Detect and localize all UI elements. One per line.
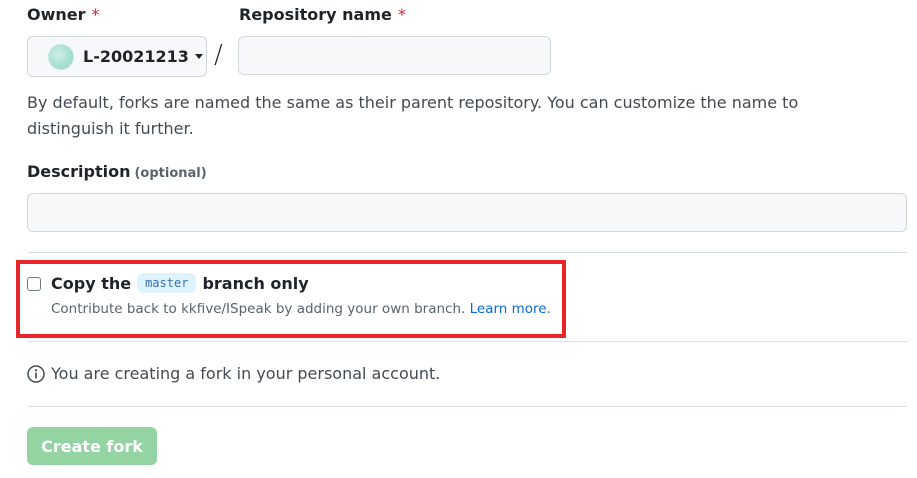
repository-name-input[interactable]: [238, 36, 551, 75]
personal-account-notice: You are creating a fork in your personal…: [27, 364, 440, 383]
highlight-box: [16, 260, 566, 338]
avatar: [48, 43, 74, 70]
divider: [27, 252, 907, 253]
description-label: Description (optional): [27, 162, 207, 181]
owner-repo-separator: /: [214, 40, 223, 70]
description-label-text: Description: [27, 162, 131, 181]
personal-account-notice-text: You are creating a fork in your personal…: [51, 364, 441, 383]
learn-more-link[interactable]: Learn more: [470, 301, 547, 317]
description-optional-label: (optional): [134, 166, 207, 181]
create-fork-button[interactable]: Create fork: [27, 427, 157, 465]
owner-select-button[interactable]: L-20021213: [27, 36, 207, 77]
divider: [27, 406, 907, 407]
fork-form: Owner * Repository name * L-20021213 / By …: [0, 0, 917, 478]
copy-branch-suffix: branch only: [202, 273, 309, 293]
owner-required-mark: *: [91, 5, 100, 24]
copy-branch-label[interactable]: Copy the master branch only: [51, 273, 309, 293]
repository-name-label-text: Repository name: [239, 5, 392, 24]
description-input[interactable]: [27, 193, 907, 232]
copy-branch-checkbox[interactable]: [27, 277, 41, 291]
branch-name-badge: master: [137, 273, 197, 293]
fork-name-help-text: By default, forks are named the same as …: [27, 93, 799, 138]
divider: [27, 341, 907, 342]
owner-label: Owner *: [27, 5, 100, 24]
repository-name-label: Repository name *: [239, 5, 406, 24]
owner-name: L-20021213: [83, 47, 189, 66]
info-icon: [27, 364, 45, 383]
copy-branch-period: .: [546, 301, 551, 317]
repository-required-mark: *: [397, 5, 406, 24]
copy-branch-prefix: Copy the: [51, 273, 132, 293]
chevron-down-icon: [194, 54, 203, 59]
copy-branch-sub-text: Contribute back to kkfive/ISpeak by addi…: [51, 301, 466, 317]
copy-branch-description: Contribute back to kkfive/ISpeak by addi…: [51, 301, 551, 317]
owner-label-text: Owner: [27, 5, 86, 24]
